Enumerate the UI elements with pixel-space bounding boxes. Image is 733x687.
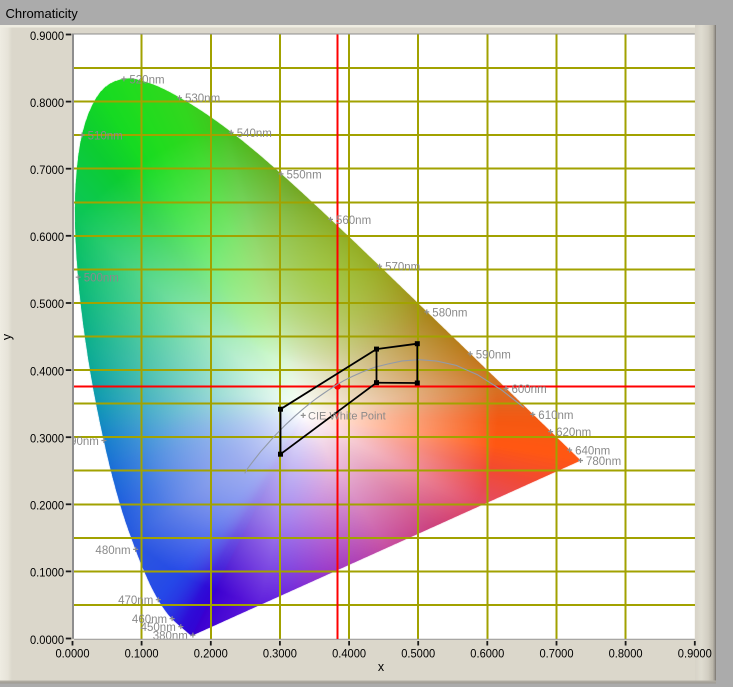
svg-text:0.4000: 0.4000 xyxy=(332,646,366,660)
svg-text:0.7000: 0.7000 xyxy=(30,163,64,177)
svg-text:480nm: 480nm xyxy=(95,545,130,557)
svg-text:380nm: 380nm xyxy=(153,631,188,643)
svg-text:0.8000: 0.8000 xyxy=(30,96,64,110)
svg-text:0.1000: 0.1000 xyxy=(125,646,159,660)
svg-text:0.8000: 0.8000 xyxy=(609,646,643,660)
svg-text:0.9000: 0.9000 xyxy=(678,646,712,660)
svg-text:570nm: 570nm xyxy=(385,262,420,274)
svg-text:0.4000: 0.4000 xyxy=(30,364,64,378)
svg-text:0.0000: 0.0000 xyxy=(30,633,64,647)
svg-text:530nm: 530nm xyxy=(185,93,220,105)
svg-text:0.5000: 0.5000 xyxy=(30,297,64,311)
svg-text:x: x xyxy=(378,660,385,674)
svg-text:0.1000: 0.1000 xyxy=(30,566,64,580)
svg-text:0.6000: 0.6000 xyxy=(30,230,64,244)
svg-text:CIE White Point: CIE White Point xyxy=(308,411,386,423)
svg-text:500nm: 500nm xyxy=(84,273,119,285)
svg-text:540nm: 540nm xyxy=(237,128,272,140)
svg-text:610nm: 610nm xyxy=(538,410,573,422)
svg-text:550nm: 550nm xyxy=(287,169,322,181)
svg-text:510nm: 510nm xyxy=(88,131,123,143)
svg-text:0.6000: 0.6000 xyxy=(470,646,504,660)
svg-text:600nm: 600nm xyxy=(512,384,547,396)
svg-text:590nm: 590nm xyxy=(476,349,511,361)
svg-text:780nm: 780nm xyxy=(586,456,621,468)
svg-text:620nm: 620nm xyxy=(556,427,591,439)
svg-text:560nm: 560nm xyxy=(336,215,371,227)
svg-text:y: y xyxy=(0,333,14,340)
svg-text:0.3000: 0.3000 xyxy=(263,646,297,660)
svg-text:0.9000: 0.9000 xyxy=(30,29,64,43)
svg-text:0.0000: 0.0000 xyxy=(56,646,90,660)
svg-text:0.2000: 0.2000 xyxy=(194,646,228,660)
svg-text:0.2000: 0.2000 xyxy=(30,499,64,513)
svg-text:0.7000: 0.7000 xyxy=(540,646,574,660)
svg-text:470nm: 470nm xyxy=(118,595,153,607)
svg-text:520nm: 520nm xyxy=(129,74,164,86)
svg-text:Chromaticity: Chromaticity xyxy=(6,6,79,21)
svg-text:0.3000: 0.3000 xyxy=(30,432,64,446)
svg-text:0.5000: 0.5000 xyxy=(401,646,435,660)
svg-text:580nm: 580nm xyxy=(432,307,467,319)
